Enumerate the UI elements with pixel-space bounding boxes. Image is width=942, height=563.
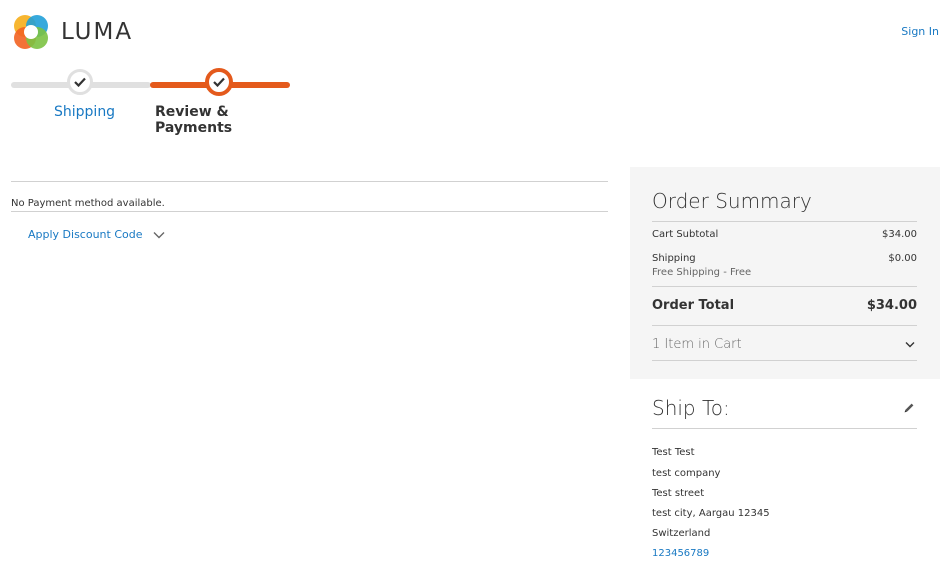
- step-shipping-marker[interactable]: [67, 69, 93, 95]
- divider: [11, 181, 608, 182]
- ship-to-company: test company: [652, 468, 721, 479]
- checkmark-icon: [213, 77, 225, 87]
- items-in-cart-toggle[interactable]: 1 Item in Cart: [652, 337, 742, 352]
- ship-to-name: Test Test: [652, 447, 695, 458]
- chevron-down-icon: [153, 231, 165, 238]
- ship-to-street: Test street: [652, 488, 705, 499]
- divider: [652, 428, 917, 429]
- luma-logo-icon: [14, 15, 48, 49]
- ship-to-title: Ship To:: [652, 396, 730, 420]
- step-review-label: Review & Payments: [155, 104, 233, 136]
- divider: [652, 325, 917, 326]
- checkout-progress: Shipping Review & Payments: [0, 65, 300, 136]
- luma-logo[interactable]: LUMA: [11, 12, 133, 52]
- checkmark-icon: [74, 77, 86, 87]
- divider: [652, 286, 917, 287]
- order-summary-title: Order Summary: [652, 189, 812, 213]
- step-review-marker: [205, 68, 233, 96]
- ship-to-country: Switzerland: [652, 528, 711, 539]
- order-total-label: Order Total: [652, 298, 735, 313]
- step-shipping-label[interactable]: Shipping: [54, 104, 115, 120]
- chevron-down-icon[interactable]: [905, 341, 915, 348]
- cart-subtotal-value: $34.00: [882, 229, 917, 240]
- order-summary: Order Summary Cart Subtotal $34.00 Shipp…: [630, 167, 940, 379]
- divider: [11, 211, 608, 212]
- logo-text: LUMA: [61, 19, 134, 45]
- ship-to-phone[interactable]: 123456789: [652, 548, 709, 559]
- divider: [652, 221, 917, 222]
- edit-pencil-icon[interactable]: [903, 402, 915, 414]
- shipping-method: Free Shipping - Free: [652, 267, 752, 278]
- apply-discount-label: Apply Discount Code: [28, 228, 143, 241]
- no-payment-message: No Payment method available.: [11, 198, 165, 209]
- shipping-value: $0.00: [888, 253, 917, 264]
- cart-subtotal-label: Cart Subtotal: [652, 229, 719, 240]
- shipping-label: Shipping: [652, 253, 696, 264]
- divider: [652, 360, 917, 361]
- sign-in-link[interactable]: Sign In: [901, 25, 939, 38]
- order-total-value: $34.00: [866, 298, 917, 313]
- ship-to-city: test city, Aargau 12345: [652, 508, 770, 519]
- apply-discount-toggle[interactable]: Apply Discount Code: [28, 228, 165, 241]
